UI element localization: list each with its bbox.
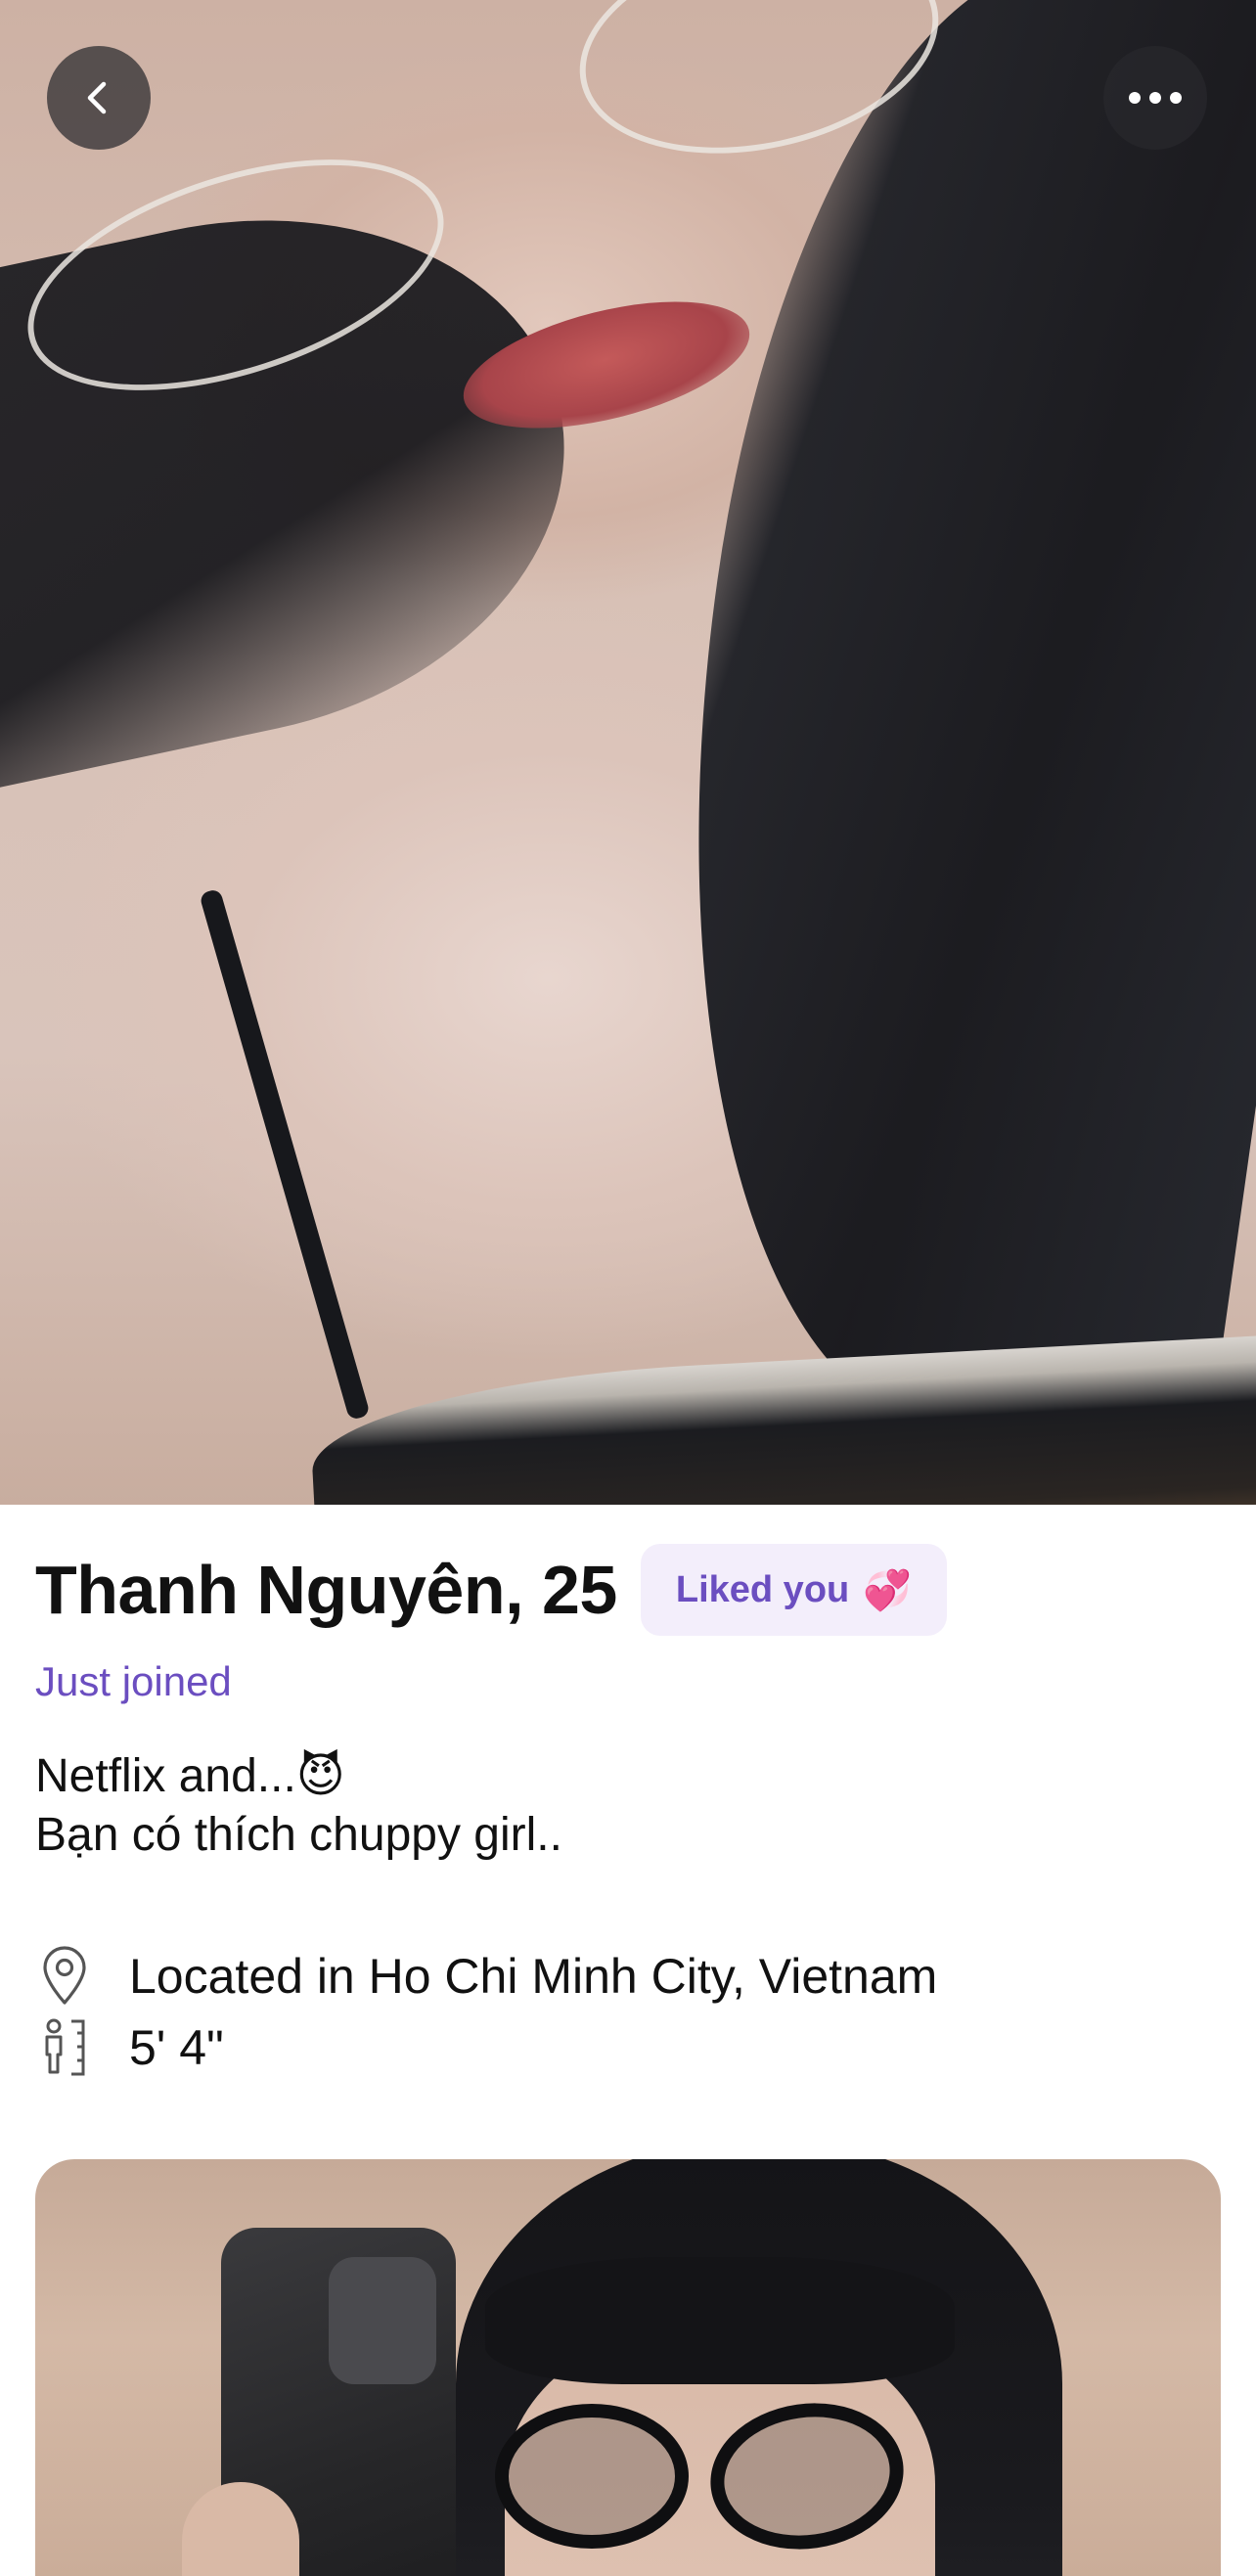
location-row: Located in Ho Chi Minh City, Vietnam: [35, 1942, 937, 2011]
chevron-left-icon: [87, 81, 107, 114]
liked-you-badge: Liked you 💞: [640, 1544, 948, 1636]
bio-line: Bạn có thích chuppy girl..: [35, 1809, 562, 1861]
location-text: Located in Ho Chi Minh City, Vietnam: [129, 1949, 938, 2004]
photo-detail: [485, 2257, 955, 2384]
profile-screen: Thanh Nguyên, 25 Liked you 💞 Just joined…: [0, 0, 1256, 2576]
more-options-button[interactable]: [1103, 46, 1207, 150]
status-text: Just joined: [35, 1658, 232, 1704]
height-text: 5' 4": [129, 2020, 224, 2075]
heart-icon: 💞: [863, 1568, 913, 1612]
more-horizontal-icon: [1129, 92, 1182, 104]
location-pin-icon: [35, 1942, 94, 2011]
profile-photo-secondary[interactable]: [35, 2159, 1221, 2576]
liked-you-label: Liked you: [675, 1568, 850, 1610]
photo-detail: [495, 2404, 689, 2549]
bio: Netflix and...😈 Bạn có thích chuppy girl…: [35, 1747, 562, 1865]
height-row: 5' 4": [35, 2013, 224, 2082]
profile-name-age: Thanh Nguyên, 25: [35, 1552, 617, 1628]
name-row: Thanh Nguyên, 25 Liked you 💞: [35, 1544, 948, 1636]
height-icon: [35, 2013, 94, 2082]
photo-detail: [329, 2257, 436, 2384]
profile-photo-main[interactable]: [0, 0, 1256, 1505]
bio-line: Netflix and...😈: [35, 1750, 345, 1802]
back-button[interactable]: [47, 46, 151, 150]
